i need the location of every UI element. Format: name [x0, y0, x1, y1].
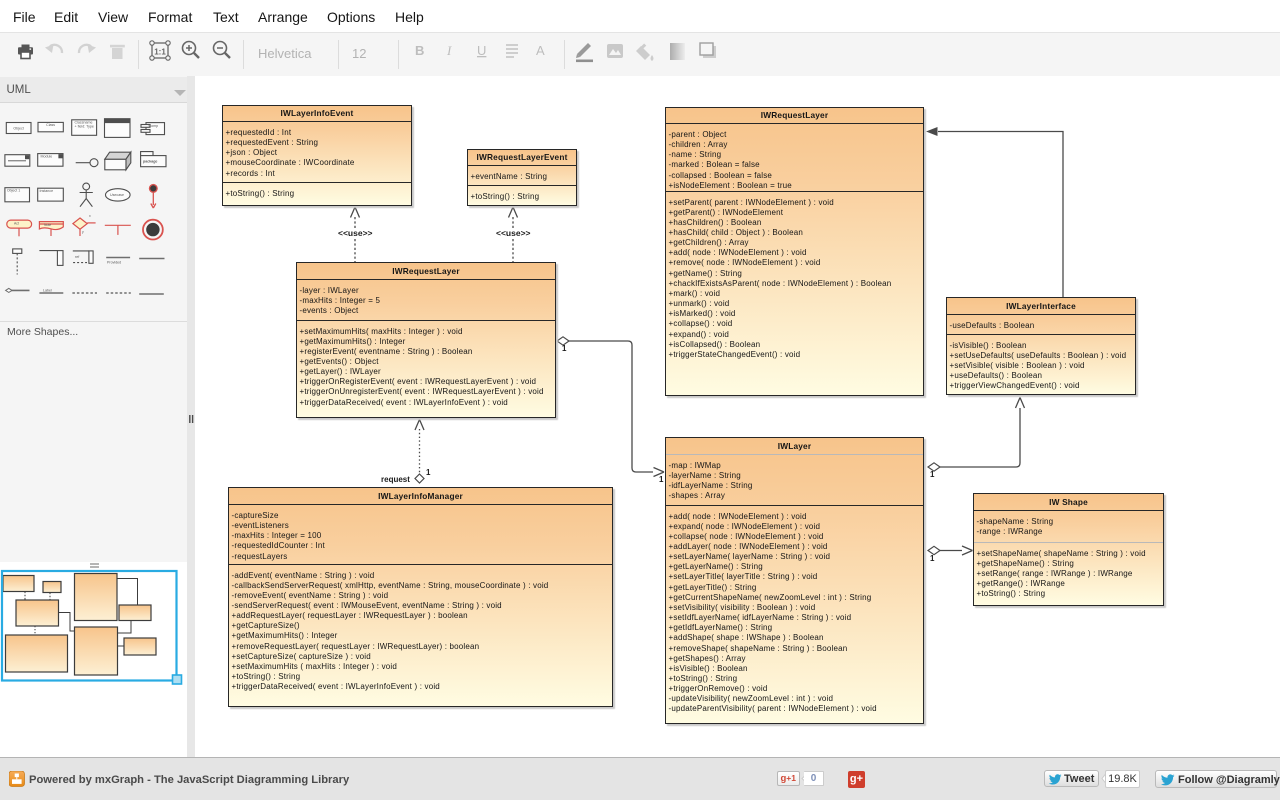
svg-text:Classname: Classname — [75, 121, 93, 125]
svg-text:I: I — [446, 43, 452, 58]
svg-text:Comp: Comp — [149, 124, 159, 128]
svg-text:1:1: 1:1 — [154, 48, 166, 57]
svg-text:Note: Note — [44, 223, 51, 227]
svg-text:Provided: Provided — [107, 261, 121, 265]
svg-text:B: B — [415, 43, 424, 58]
svg-text:Usecase: Usecase — [110, 193, 124, 197]
svg-text:+ field: Type: + field: Type — [75, 125, 94, 129]
svg-text:A: A — [536, 43, 545, 58]
svg-text:package: package — [143, 160, 157, 164]
svg-text:Module: Module — [41, 155, 53, 159]
svg-text:y: y — [82, 230, 84, 234]
svg-text:x: x — [89, 214, 91, 218]
svg-text:Object: Object — [13, 127, 23, 131]
svg-text:Act: Act — [14, 222, 19, 226]
svg-text:Instance: Instance — [40, 189, 54, 193]
svg-text:U: U — [477, 43, 486, 58]
svg-text:Class: Class — [46, 123, 55, 127]
svg-text:Label: Label — [43, 289, 52, 293]
svg-text:Object 1: Object 1 — [7, 189, 20, 193]
svg-text:ref: ref — [75, 255, 79, 259]
